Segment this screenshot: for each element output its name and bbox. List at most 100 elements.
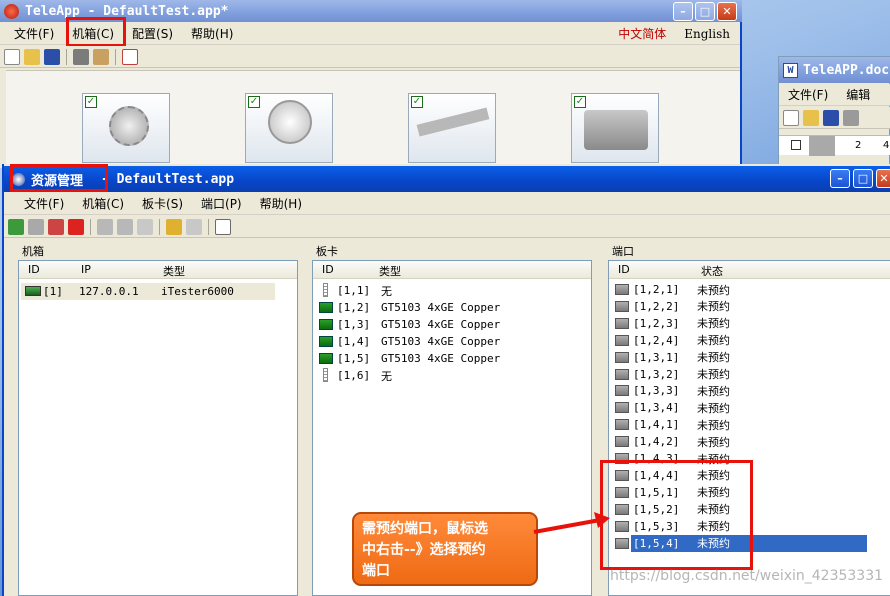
lang-english-link[interactable]: English <box>675 27 740 41</box>
doc-window[interactable]: W TeleAPP.doc 文件(F) 编辑 2 4 <box>778 56 890 166</box>
disconnect-icon[interactable] <box>48 218 64 235</box>
card-col-id[interactable]: ID <box>322 263 334 276</box>
chassis-col-ip[interactable]: IP <box>81 263 91 276</box>
table-row[interactable]: [1,5] GT5103 4xGE Copper <box>315 350 575 367</box>
lang-chinese-link[interactable]: 中文简体 <box>609 25 675 42</box>
resource-window-subtitle: - DefaultTest.app <box>101 171 235 187</box>
table-row[interactable]: [1,2] GT5103 4xGE Copper <box>315 299 575 316</box>
ruler-mark: 2 <box>855 140 862 151</box>
table-row[interactable]: [1,3,2] 未预约 <box>611 366 867 383</box>
save-icon[interactable] <box>823 109 839 126</box>
table-row[interactable]: [1,4] GT5103 4xGE Copper <box>315 333 575 350</box>
port-pane-title: 端口 <box>612 245 634 258</box>
close-button[interactable]: ✕ <box>717 2 737 21</box>
table-row[interactable]: [1,6] 无 <box>315 367 575 384</box>
table-row[interactable]: [1,2,2] 未预约 <box>611 298 867 315</box>
checkbox-icon[interactable]: ✓ <box>85 96 97 108</box>
chassis-col-type[interactable]: 类型 <box>163 263 185 279</box>
module-tile-3[interactable]: ✓ <box>408 93 496 163</box>
card-pane-title: 板卡 <box>316 245 338 258</box>
new-file-icon[interactable] <box>4 48 20 65</box>
doc-menu-edit[interactable]: 编辑 <box>837 86 879 103</box>
module-tile-1[interactable]: ✓ <box>82 93 170 163</box>
callout-line: 中右击--》选择预约 <box>362 542 486 558</box>
module-tile-2[interactable]: ✓ <box>245 93 333 163</box>
table-row[interactable]: [1,3] GT5103 4xGE Copper <box>315 316 575 333</box>
checkbox-icon[interactable]: ✓ <box>248 96 260 108</box>
menu-help[interactable]: 帮助(H) <box>182 25 242 42</box>
chassis-icon <box>25 286 41 296</box>
menu-config[interactable]: 配置(S) <box>123 25 182 42</box>
print-icon[interactable] <box>73 48 89 65</box>
port-header: ID 状态 <box>609 261 890 279</box>
port-icon <box>615 368 629 380</box>
chassis-col-id[interactable]: ID <box>28 263 40 276</box>
card-type: 无 <box>381 369 392 383</box>
card-icon <box>319 336 333 347</box>
port-status: 未预约 <box>697 351 730 365</box>
properties-icon[interactable] <box>93 48 109 65</box>
resource-menu-file[interactable]: 文件(F) <box>4 195 73 212</box>
table-row[interactable]: [1,2,4] 未预约 <box>611 332 867 349</box>
word-icon: W <box>783 62 798 78</box>
open-folder-icon[interactable] <box>24 48 40 65</box>
print-icon[interactable] <box>843 109 859 126</box>
watermark: https://blog.csdn.net/weixin_42353331 <box>610 568 884 584</box>
menu-file[interactable]: 文件(F) <box>0 25 63 42</box>
table-row[interactable]: [1,3,4] 未预约 <box>611 399 867 416</box>
doc-window-titlebar[interactable]: W TeleAPP.doc <box>779 57 890 83</box>
resource-menu-chassis[interactable]: 机箱(C) <box>73 195 133 212</box>
unlock-icon[interactable] <box>186 218 202 235</box>
open-folder-icon[interactable] <box>803 109 819 126</box>
callout-line: 端口 <box>362 563 390 579</box>
minimize-button[interactable]: – <box>673 2 693 21</box>
table-row[interactable]: [1,2,1] 未预约 <box>611 281 867 298</box>
delete-chassis-icon[interactable] <box>68 218 84 235</box>
port-col-id[interactable]: ID <box>618 263 630 276</box>
gears-icon <box>109 106 149 146</box>
card-reserve-icon[interactable] <box>97 218 113 235</box>
doc-ruler: 2 4 <box>779 135 890 156</box>
save-icon[interactable] <box>44 48 60 65</box>
port-id: [1,3,4] <box>633 401 680 415</box>
resource-maximize-button[interactable]: □ <box>853 169 873 188</box>
chassis-ip: 127.0.0.1 <box>79 285 139 298</box>
card-col-type[interactable]: 类型 <box>379 263 401 279</box>
checkbox-icon[interactable]: ✓ <box>411 96 423 108</box>
calendar-icon[interactable] <box>122 48 138 65</box>
port-icon <box>615 300 629 312</box>
table-row[interactable]: [1,1] 无 <box>315 282 575 299</box>
module-tile-4[interactable]: ✓ <box>571 93 659 163</box>
table-row[interactable]: [1,4,2] 未预约 <box>611 433 867 450</box>
connect-icon[interactable] <box>28 218 44 235</box>
new-doc-icon[interactable] <box>783 109 799 126</box>
port-icon <box>615 385 629 397</box>
lock-icon[interactable] <box>166 218 182 235</box>
resource-menu-port[interactable]: 端口(P) <box>192 195 251 212</box>
port-status: 未预约 <box>697 300 730 314</box>
table-row[interactable]: [1,4,1] 未预约 <box>611 416 867 433</box>
chassis-pane-title: 机箱 <box>22 245 44 258</box>
resource-titlebar[interactable]: 资源管理 - DefaultTest.app <box>4 166 890 192</box>
table-row[interactable]: [1,3,3] 未预约 <box>611 382 867 399</box>
empty-slot-icon <box>323 283 328 297</box>
resource-minimize-button[interactable]: – <box>830 169 850 188</box>
port-col-status[interactable]: 状态 <box>701 263 723 279</box>
add-chassis-icon[interactable] <box>8 218 24 235</box>
resource-menu-card[interactable]: 板卡(S) <box>133 195 192 212</box>
card-release-icon[interactable] <box>117 218 133 235</box>
resource-close-button[interactable]: ✕ <box>876 169 890 188</box>
checkbox-icon[interactable]: ✓ <box>574 96 586 108</box>
grid-icon[interactable] <box>137 218 153 235</box>
table-row[interactable]: [1,2,3] 未预约 <box>611 315 867 332</box>
table-row[interactable]: [1] 127.0.0.1 iTester6000 <box>21 283 275 300</box>
chassis-list[interactable]: ID IP 类型 [1] 127.0.0.1 iTester6000 <box>18 260 298 596</box>
port-status: 未预约 <box>697 283 730 297</box>
doc-menu-file[interactable]: 文件(F) <box>779 86 837 103</box>
table-row[interactable]: [1,3,1] 未预约 <box>611 349 867 366</box>
main-window[interactable]: TeleApp - DefaultTest.app* – □ ✕ 文件(F) 机… <box>0 0 742 168</box>
list-icon[interactable] <box>215 218 231 235</box>
resource-menu-help[interactable]: 帮助(H) <box>251 195 311 212</box>
maximize-button[interactable]: □ <box>695 2 715 21</box>
tab-stop-icon[interactable] <box>791 140 801 150</box>
